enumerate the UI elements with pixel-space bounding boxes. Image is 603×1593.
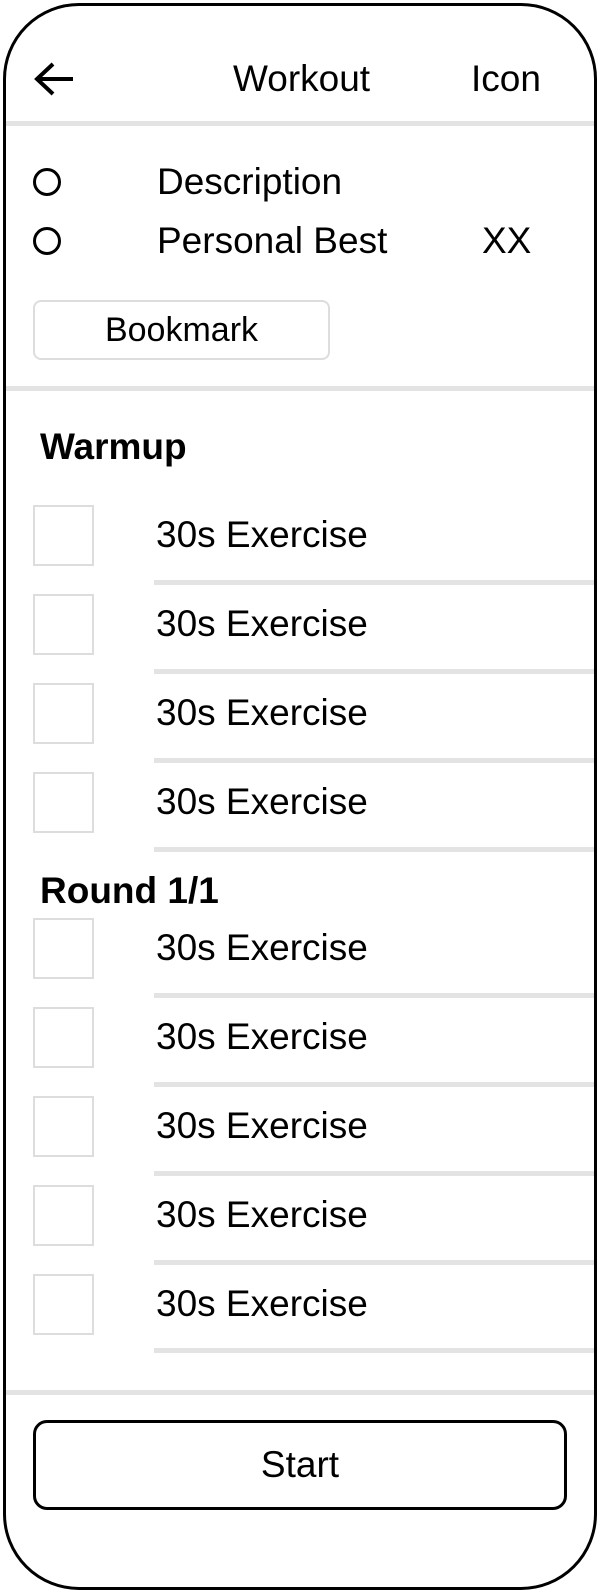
personal-best-radio[interactable] [33, 227, 61, 255]
list-item[interactable]: 30s Exercise [6, 1274, 594, 1374]
row-divider [154, 993, 594, 998]
warmup-title: Warmup [40, 426, 187, 467]
personal-best-value: XX [482, 220, 532, 261]
list-item[interactable]: 30s Exercise [6, 1007, 594, 1096]
exercise-label: 30s Exercise [156, 603, 368, 644]
exercise-checkbox[interactable] [33, 505, 94, 566]
row-divider [154, 847, 594, 852]
round-list: 30s Exercise 30s Exercise 30s Exercise 3… [6, 918, 594, 1374]
exercise-checkbox[interactable] [33, 594, 94, 655]
warmup-list: 30s Exercise 30s Exercise 30s Exercise 3… [6, 505, 594, 861]
exercise-label: 30s Exercise [156, 1283, 368, 1324]
phone-frame: Workout Icon Description Personal Best X… [3, 3, 597, 1590]
list-item[interactable]: 30s Exercise [6, 918, 594, 1007]
exercise-checkbox[interactable] [33, 918, 94, 979]
row-divider [154, 1260, 594, 1265]
personal-best-label: Personal Best [157, 220, 388, 261]
list-item[interactable]: 30s Exercise [6, 772, 594, 861]
header-divider [6, 121, 594, 126]
exercise-checkbox[interactable] [33, 1185, 94, 1246]
exercise-label: 30s Exercise [156, 692, 368, 733]
exercise-label: 30s Exercise [156, 781, 368, 822]
page-title: Workout [233, 58, 371, 99]
arrow-left-icon[interactable] [33, 61, 75, 97]
exercise-checkbox[interactable] [33, 1096, 94, 1157]
row-divider [154, 1082, 594, 1087]
header-icon[interactable]: Icon [471, 59, 541, 99]
list-item[interactable]: 30s Exercise [6, 1185, 594, 1274]
list-item[interactable]: 30s Exercise [6, 683, 594, 772]
exercise-checkbox[interactable] [33, 1274, 94, 1335]
exercise-label: 30s Exercise [156, 927, 368, 968]
footer-divider [6, 1390, 594, 1395]
exercise-checkbox[interactable] [33, 772, 94, 833]
list-item[interactable]: 30s Exercise [6, 594, 594, 683]
list-item[interactable]: 30s Exercise [6, 505, 594, 594]
exercise-label: 30s Exercise [156, 1016, 368, 1057]
round-title: Round 1/1 [40, 870, 219, 911]
exercise-checkbox[interactable] [33, 683, 94, 744]
exercise-label: 30s Exercise [156, 514, 368, 555]
description-radio[interactable] [33, 168, 61, 196]
exercise-label: 30s Exercise [156, 1194, 368, 1235]
exercise-label: 30s Exercise [156, 1105, 368, 1146]
bookmark-button[interactable]: Bookmark [33, 300, 330, 360]
row-divider [154, 1171, 594, 1176]
row-divider [154, 669, 594, 674]
info-divider [6, 386, 594, 391]
row-divider [154, 580, 594, 585]
description-label: Description [157, 161, 343, 202]
row-divider [154, 758, 594, 763]
start-button[interactable]: Start [33, 1420, 567, 1510]
row-divider [154, 1348, 594, 1353]
list-item[interactable]: 30s Exercise [6, 1096, 594, 1185]
exercise-checkbox[interactable] [33, 1007, 94, 1068]
